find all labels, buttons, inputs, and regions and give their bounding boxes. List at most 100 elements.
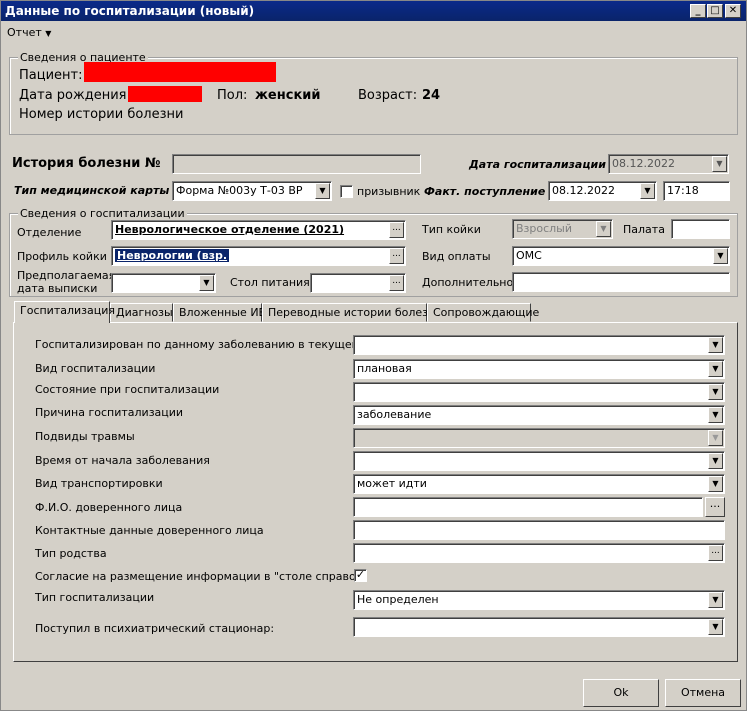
payment-type-value: ОМС	[516, 249, 542, 262]
trauma-select[interactable]: ▼	[353, 428, 725, 448]
discharge-date-field[interactable]: ▼	[111, 273, 216, 293]
chevron-down-icon[interactable]: ▼	[199, 275, 214, 291]
tab-nested-ib[interactable]: Вложенные ИБ	[173, 303, 266, 322]
chevron-down-icon[interactable]: ▼	[708, 337, 723, 353]
menu-report[interactable]: Отчет ▼	[7, 26, 51, 39]
psych-select[interactable]: ▼	[353, 617, 725, 637]
conscript-checkbox[interactable]	[340, 185, 353, 198]
condition-select[interactable]: ▼	[353, 382, 725, 402]
tab-transfer-histories[interactable]: Переводные истории болезни	[262, 303, 442, 322]
discharge-date-label-1: Предполагаемая	[17, 269, 116, 282]
chevron-down-icon[interactable]: ▼	[708, 592, 723, 608]
payment-type-label: Вид оплаты	[422, 250, 491, 263]
proxy-contact-field[interactable]	[353, 520, 725, 540]
form-label-proxy-name: Ф.И.О. доверенного лица	[35, 501, 183, 514]
department-field[interactable]: Неврологическое отделение (2021)...	[111, 220, 406, 240]
ward-label: Палата	[623, 223, 665, 236]
card-type-label: Тип медицинской карты	[14, 184, 170, 197]
diet-field[interactable]: ...	[310, 273, 406, 293]
cancel-button[interactable]: Отмена	[665, 679, 741, 707]
chevron-down-icon[interactable]: ▼	[708, 476, 723, 492]
reason-select[interactable]: заболевание ▼	[353, 405, 725, 425]
ellipsis-icon[interactable]: ...	[389, 275, 404, 291]
tab-companions[interactable]: Сопровождающие	[427, 303, 539, 322]
chevron-down-icon[interactable]: ▼	[708, 407, 723, 423]
kinship-field[interactable]: ...	[353, 543, 725, 563]
hosp-date-field[interactable]: 08.12.2022 ▼	[608, 154, 729, 174]
chevron-down-icon[interactable]: ▼	[708, 361, 723, 377]
checkmark-icon: ✓	[355, 568, 366, 581]
form-label-hosp-kind: Вид госпитализации	[35, 362, 156, 375]
dropdown-arrow-icon: ▼	[45, 29, 52, 38]
ellipsis-icon[interactable]: ...	[389, 222, 404, 238]
chevron-down-icon[interactable]: ▼	[708, 619, 723, 635]
title-bar: Данные по госпитализации (новый) _ □ ✕	[1, 1, 746, 21]
birth-date-label: Дата рождения:	[19, 88, 131, 103]
discharge-date-label-2: дата выписки	[17, 282, 98, 295]
chevron-down-icon[interactable]: ▼	[708, 430, 723, 446]
bed-profile-field[interactable]: Неврологии (взр....	[111, 246, 406, 266]
history-number-label: Номер истории болезни	[19, 107, 184, 122]
onset-time-select[interactable]: ▼	[353, 451, 725, 471]
minimize-button[interactable]: _	[690, 4, 706, 18]
maximize-button[interactable]: □	[707, 4, 723, 18]
dialog-window: Данные по госпитализации (новый) _ □ ✕ О…	[0, 0, 747, 711]
proxy-name-field[interactable]	[353, 497, 703, 517]
extra-field[interactable]	[512, 272, 730, 292]
tab-diagnoses[interactable]: Диагнозы	[110, 303, 173, 322]
chevron-down-icon[interactable]: ▼	[596, 221, 611, 237]
ellipsis-icon[interactable]: ...	[708, 545, 723, 561]
form-label-reason: Причина госпитализации	[35, 406, 184, 419]
fact-time-field[interactable]: 17:18	[663, 181, 730, 201]
ok-button[interactable]: Ok	[583, 679, 659, 707]
chevron-down-icon[interactable]: ▼	[708, 453, 723, 469]
form-label-condition: Состояние при госпитализации	[35, 383, 220, 396]
diet-label: Стол питания	[230, 276, 310, 289]
chevron-down-icon[interactable]: ▼	[640, 183, 655, 199]
repeat-hosp-select[interactable]: ▼	[353, 335, 725, 355]
birth-date-redacted	[128, 86, 202, 102]
ib-number-field[interactable]	[172, 154, 421, 174]
tab-hospitalization[interactable]: Госпитализация	[14, 301, 115, 323]
chevron-down-icon[interactable]: ▼	[708, 384, 723, 400]
chevron-down-icon[interactable]: ▼	[713, 248, 728, 264]
form-label-transport: Вид транспортировки	[35, 477, 163, 490]
department-label: Отделение	[17, 226, 82, 239]
form-label-onset-time: Время от начала заболевания	[35, 454, 210, 467]
transport-select[interactable]: может идти ▼	[353, 474, 725, 494]
hosp-date-label: Дата госпитализации	[469, 158, 606, 171]
ellipsis-icon[interactable]: ...	[705, 497, 725, 517]
chevron-down-icon[interactable]: ▼	[712, 156, 727, 172]
extra-label: Дополнительно	[422, 276, 514, 289]
form-label-repeat-hosp: Госпитализирован по данному заболеванию …	[35, 338, 391, 351]
hosp-kind-value: плановая	[357, 362, 412, 375]
payment-type-select[interactable]: ОМС ▼	[512, 246, 730, 266]
bed-type-value: Взрослый	[516, 222, 573, 235]
ellipsis-icon[interactable]: ...	[389, 248, 404, 264]
fact-date-field[interactable]: 08.12.2022 ▼	[548, 181, 657, 201]
form-label-kinship: Тип родства	[35, 547, 107, 560]
fact-date-value: 08.12.2022	[552, 184, 615, 197]
bed-type-select[interactable]: Взрослый ▼	[512, 219, 613, 239]
age-value: 24	[422, 88, 441, 103]
form-label-hosp-type: Тип госпитализации	[35, 591, 155, 604]
hosp-type-value: Не определен	[357, 593, 439, 606]
close-button[interactable]: ✕	[725, 4, 741, 18]
card-type-select[interactable]: Форма №003у Т-03 ВР ▼	[172, 181, 332, 201]
hosp-kind-select[interactable]: плановая ▼	[353, 359, 725, 379]
ib-label: История болезни №	[12, 156, 161, 171]
hosp-type-select[interactable]: Не определен ▼	[353, 590, 725, 610]
bed-type-label: Тип койки	[422, 223, 481, 236]
consent-checkbox[interactable]: ✓	[354, 569, 367, 582]
card-type-value: Форма №003у Т-03 ВР	[176, 184, 303, 197]
menu-report-label: Отчет	[7, 26, 42, 39]
transport-value: может идти	[357, 477, 427, 490]
patient-name-redacted	[84, 62, 276, 82]
chevron-down-icon[interactable]: ▼	[315, 183, 330, 199]
window-title: Данные по госпитализации (новый)	[5, 4, 255, 18]
menu-bar: Отчет ▼	[1, 23, 746, 43]
patient-name-label: Пациент:	[19, 68, 83, 83]
ward-field[interactable]	[671, 219, 730, 239]
bed-profile-value: Неврологии (взр.	[115, 249, 230, 262]
sex-value: женский	[255, 88, 321, 103]
